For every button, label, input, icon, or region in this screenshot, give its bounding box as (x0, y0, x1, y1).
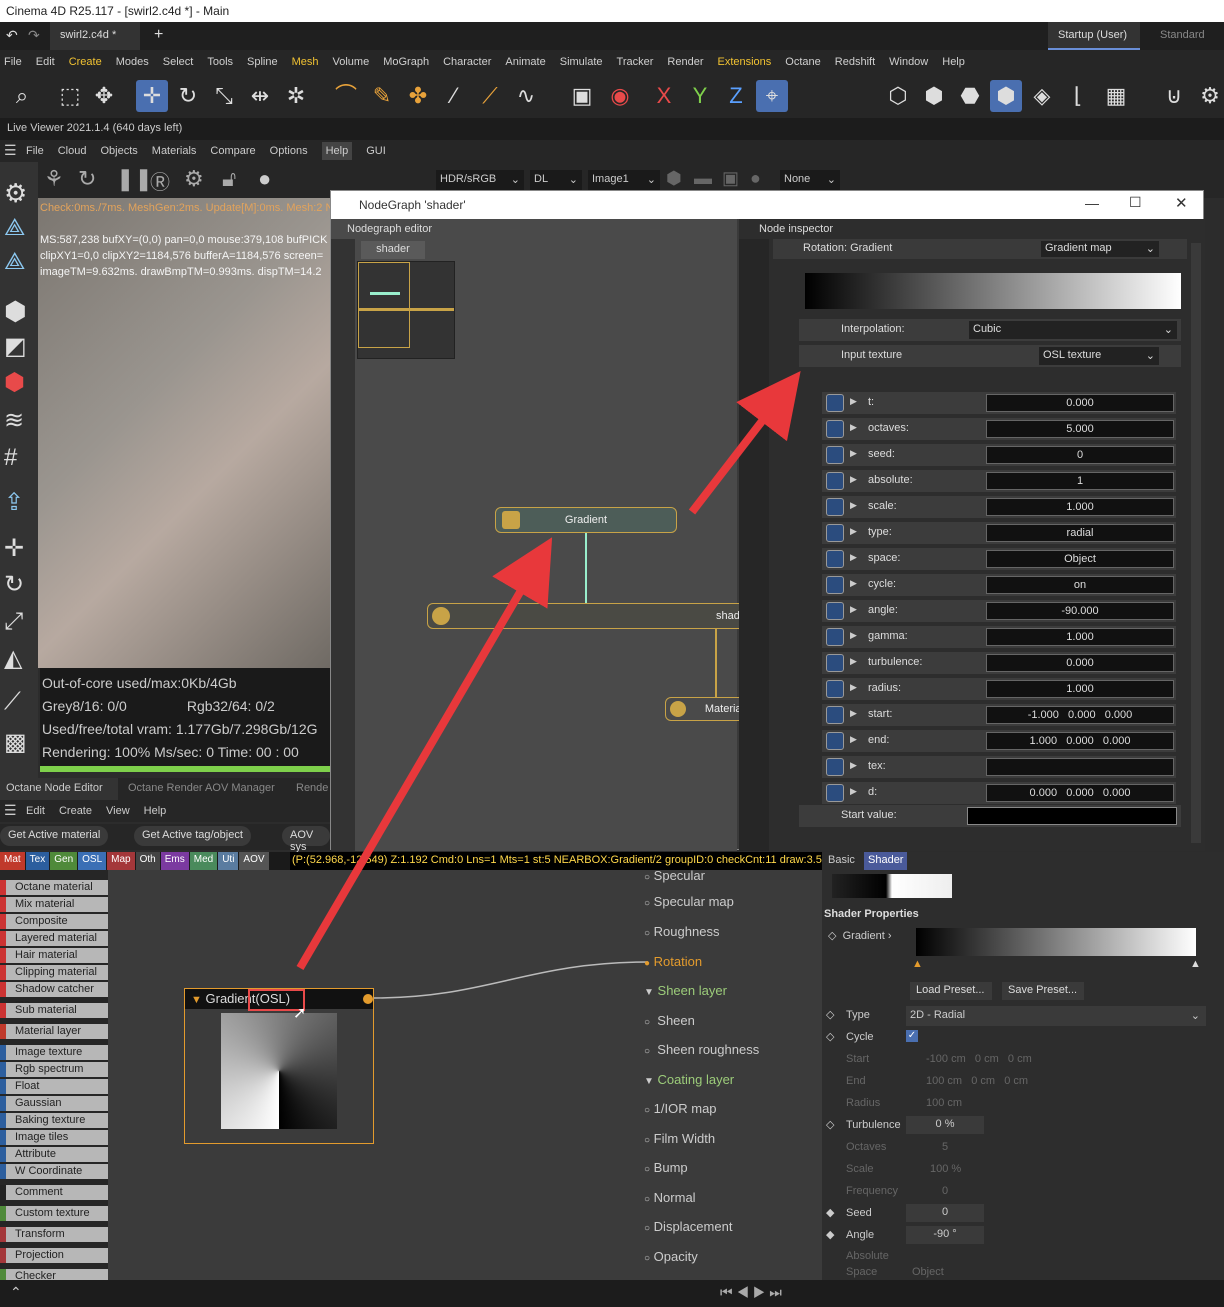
expand-up-icon[interactable]: ⌃ (10, 1284, 22, 1301)
arrow-to-gradient (296, 537, 553, 971)
playback-controls-icon[interactable]: ⏮ ◀ ▶ ⏭ (720, 1284, 782, 1301)
timeline-bar: ⌃ ⏮ ◀ ▶ ⏭ (0, 1280, 1224, 1307)
arrow-to-input-texture (688, 370, 801, 515)
annotation-arrows (296, 370, 801, 971)
